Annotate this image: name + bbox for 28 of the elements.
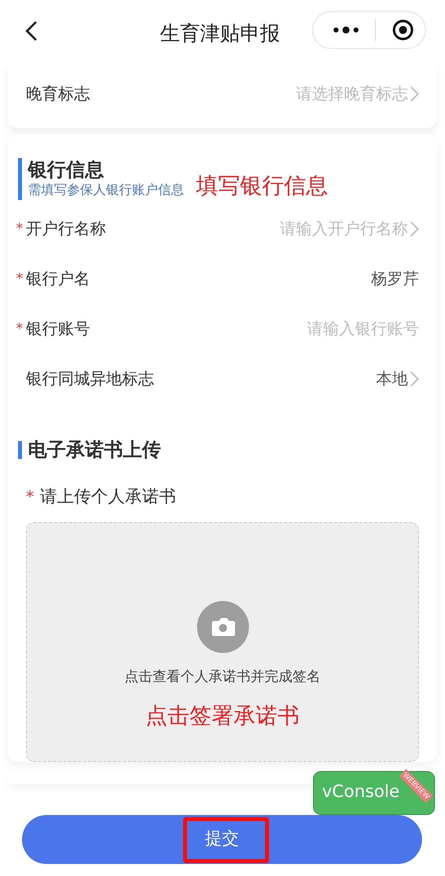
page-title: 生育津贴申报 [160, 20, 280, 47]
annotation-text: 填写银行信息 [196, 174, 328, 200]
chevron-right-icon [410, 371, 419, 387]
upload-hint: 点击查看个人承诺书并完成签名 [124, 668, 320, 687]
chevron-right-icon [410, 221, 419, 237]
field-label: 开户行名称 [26, 218, 106, 240]
back-icon[interactable] [24, 20, 38, 42]
field-label: 银行账号 [26, 318, 90, 340]
required-mark: * [16, 320, 24, 338]
field-label: 银行同城异地标志 [26, 368, 154, 390]
field-label: 请上传个人承诺书 [40, 486, 176, 508]
close-circle-icon[interactable] [392, 19, 414, 41]
submit-button[interactable]: 提交 [22, 815, 422, 864]
upload-area[interactable]: 点击查看个人承诺书并完成签名 点击签署承诺书 [26, 522, 419, 762]
more-icon[interactable] [333, 26, 359, 34]
annotation-text: 点击签署承诺书 [146, 703, 300, 731]
field-label: 银行户名 [26, 268, 90, 290]
select-field[interactable]: 本地 [376, 367, 419, 391]
section-title: 电子承诺书上传 [27, 438, 161, 463]
required-mark: * [16, 220, 24, 238]
field-label: 晚育标志 [26, 83, 90, 105]
input-field[interactable]: 杨罗芹 [371, 267, 419, 291]
camera-icon [196, 601, 248, 653]
section-title: 银行信息 [28, 158, 105, 182]
required-mark: * [26, 486, 34, 508]
chevron-right-icon [410, 86, 419, 102]
required-mark: * [16, 270, 24, 288]
section-subtitle: 需填写参保人银行账户信息 [28, 182, 184, 200]
